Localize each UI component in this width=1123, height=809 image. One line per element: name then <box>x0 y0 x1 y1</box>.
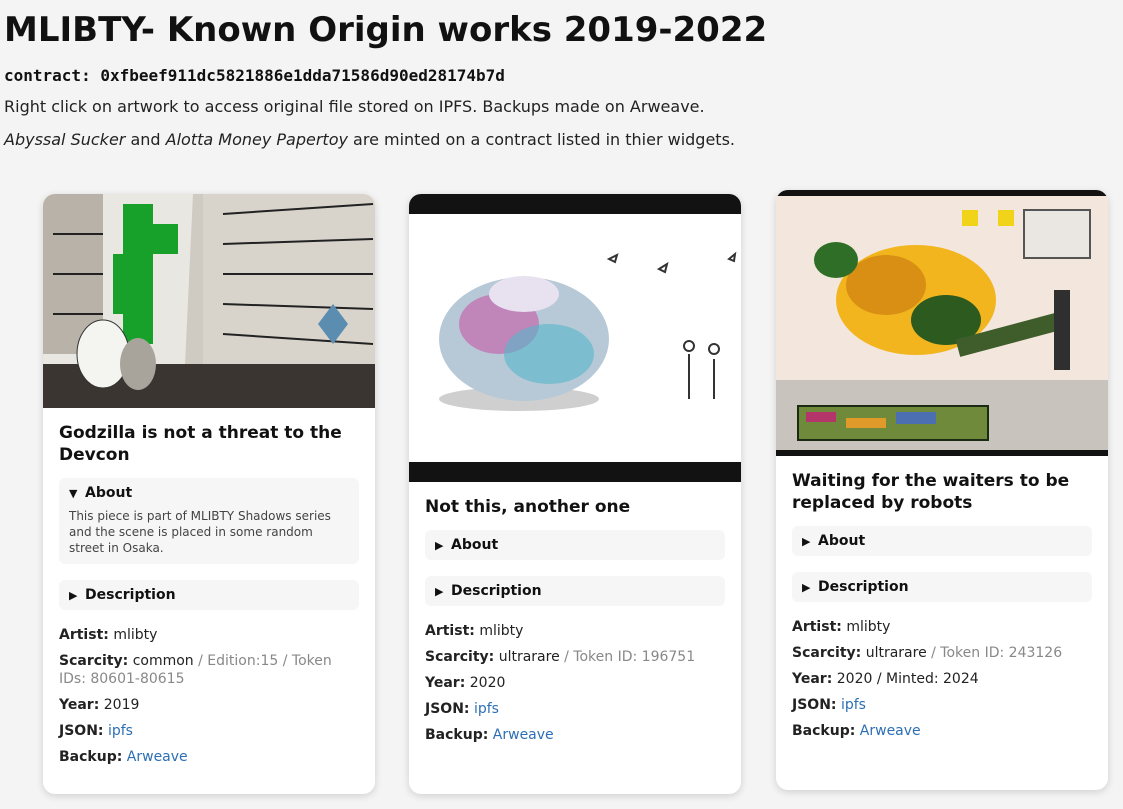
backup-arweave-link[interactable]: Arweave <box>860 723 921 739</box>
description-section[interactable]: ▶ Description <box>792 572 1092 602</box>
about-section[interactable]: ▼ About This piece is part of MLIBTY Shad… <box>59 478 359 564</box>
about-label: About <box>451 537 499 553</box>
contract-line: contract: 0xfbeef911dc5821886e1dda71586d… <box>4 66 1119 85</box>
scarcity-row: Scarcity: ultrarare / Token ID: 243126 <box>792 644 1092 662</box>
about-section[interactable]: ▶ About <box>792 526 1092 556</box>
contract-note-and: and <box>125 130 166 149</box>
json-row: JSON: ipfs <box>425 700 725 718</box>
scarcity-value: ultrarare <box>865 645 927 661</box>
description-section[interactable]: ▶ Description <box>59 580 359 610</box>
scarcity-row: Scarcity: common / Edition:15 / Token ID… <box>59 652 359 688</box>
contract-label: contract: <box>4 66 91 85</box>
caret-right-icon: ▶ <box>802 535 811 548</box>
page-title: MLIBTY- Known Origin works 2019-2022 <box>4 10 768 50</box>
artwork-image-not-this[interactable] <box>409 194 741 482</box>
year-row: Year: 2019 <box>59 696 359 714</box>
year-row: Year: 2020 <box>425 674 725 692</box>
caret-right-icon: ▶ <box>802 581 811 594</box>
artist-value: mlibty <box>113 627 158 643</box>
artist-value: mlibty <box>846 619 891 635</box>
scarcity-label: Scarcity: <box>792 645 862 661</box>
json-label: JSON: <box>425 701 470 717</box>
year-label: Year: <box>425 675 466 691</box>
scarcity-value: ultrarare <box>498 649 560 665</box>
about-text: This piece is part of MLIBTY Shadows ser… <box>69 509 331 555</box>
artist-label: Artist: <box>425 623 475 639</box>
json-ipfs-link[interactable]: ipfs <box>108 723 133 739</box>
caret-right-icon: ▶ <box>435 539 444 552</box>
year-value: 2019 <box>103 697 140 713</box>
description-label: Description <box>451 583 542 599</box>
scarcity-label: Scarcity: <box>59 653 129 669</box>
backup-arweave-link[interactable]: Arweave <box>493 727 554 743</box>
artist-label: Artist: <box>59 627 109 643</box>
description-toggle[interactable]: ▶ Description <box>59 580 359 610</box>
about-toggle[interactable]: ▶ About <box>425 530 725 560</box>
abyssal-sucker-title: Abyssal Sucker <box>4 130 126 149</box>
backup-row: Backup: Arweave <box>425 726 725 744</box>
artist-row: Artist: mlibty <box>425 622 725 640</box>
contract-note-end: are minted on a contract listed in thier… <box>347 130 735 149</box>
backup-row: Backup: Arweave <box>59 748 359 766</box>
json-ipfs-link[interactable]: ipfs <box>841 697 866 713</box>
contract-note: Abyssal Sucker and Alotta Money Papertoy… <box>4 130 1119 149</box>
description-toggle[interactable]: ▶ Description <box>425 576 725 606</box>
about-label: About <box>85 485 133 501</box>
about-label: About <box>818 533 866 549</box>
artwork-image-waiters[interactable] <box>776 190 1108 456</box>
json-row: JSON: ipfs <box>792 696 1092 714</box>
description-label: Description <box>818 579 909 595</box>
backup-arweave-link[interactable]: Arweave <box>127 749 188 765</box>
contract-address: 0xfbeef911dc5821886e1dda71586d90ed28174b… <box>100 66 505 85</box>
artist-value: mlibty <box>479 623 524 639</box>
artist-label: Artist: <box>792 619 842 635</box>
json-label: JSON: <box>59 723 104 739</box>
year-value: 2020 / Minted: 2024 <box>836 671 979 687</box>
year-label: Year: <box>792 671 833 687</box>
json-label: JSON: <box>792 697 837 713</box>
description-label: Description <box>85 587 176 603</box>
description-section[interactable]: ▶ Description <box>425 576 725 606</box>
artwork-card-godzilla: Godzilla is not a threat to the Devcon ▼… <box>43 194 375 794</box>
artwork-image-godzilla[interactable] <box>43 194 375 408</box>
caret-down-icon: ▼ <box>69 487 78 500</box>
page-header: MLIBTY- Known Origin works 2019-2022 con… <box>0 0 1123 149</box>
year-value: 2020 <box>469 675 506 691</box>
about-toggle[interactable]: ▶ About <box>792 526 1092 556</box>
artwork-title: Godzilla is not a threat to the Devcon <box>59 423 342 465</box>
json-ipfs-link[interactable]: ipfs <box>474 701 499 717</box>
alotta-money-title: Alotta Money Papertoy <box>165 130 348 149</box>
year-row: Year: 2020 / Minted: 2024 <box>792 670 1092 688</box>
artwork-title: Not this, another one <box>425 497 631 517</box>
artist-row: Artist: mlibty <box>792 618 1092 636</box>
token-id-info: / Token ID: 196751 <box>559 649 696 665</box>
about-toggle[interactable]: ▼ About <box>59 478 359 508</box>
token-id-info: / Token ID: 243126 <box>926 645 1063 661</box>
backup-label: Backup: <box>425 727 489 743</box>
about-section[interactable]: ▶ About <box>425 530 725 560</box>
backup-row: Backup: Arweave <box>792 722 1092 740</box>
json-row: JSON: ipfs <box>59 722 359 740</box>
backup-label: Backup: <box>792 723 856 739</box>
ipfs-note: Right click on artwork to access origina… <box>4 97 705 116</box>
scarcity-value: common <box>132 653 194 669</box>
description-toggle[interactable]: ▶ Description <box>792 572 1092 602</box>
year-label: Year: <box>59 697 100 713</box>
caret-right-icon: ▶ <box>435 585 444 598</box>
backup-label: Backup: <box>59 749 123 765</box>
artwork-title: Waiting for the waiters to be replaced b… <box>792 471 1070 513</box>
artwork-card-waiters: Waiting for the waiters to be replaced b… <box>776 190 1108 790</box>
scarcity-row: Scarcity: ultrarare / Token ID: 196751 <box>425 648 725 666</box>
caret-right-icon: ▶ <box>69 589 78 602</box>
artwork-card-not-this: Not this, another one ▶ About ▶ Descriptio… <box>409 194 741 794</box>
scarcity-label: Scarcity: <box>425 649 495 665</box>
artist-row: Artist: mlibty <box>59 626 359 644</box>
